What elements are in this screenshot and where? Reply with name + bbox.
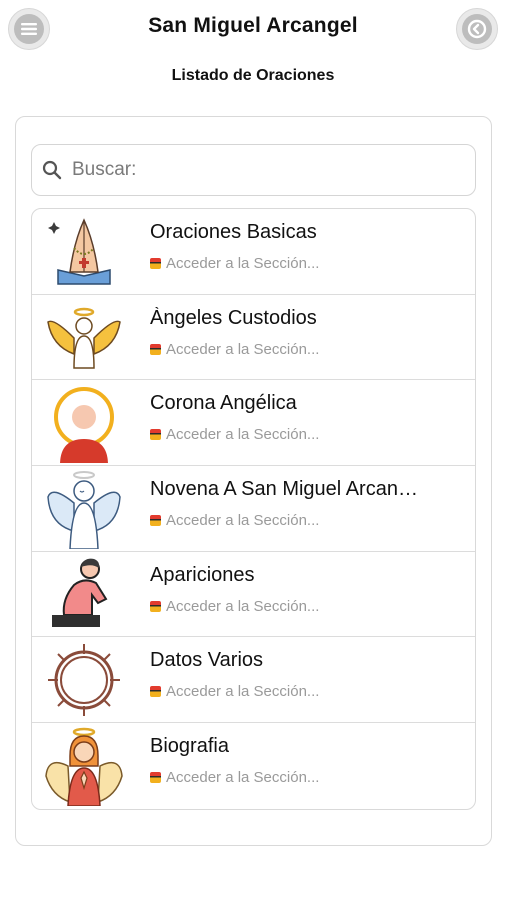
- angel-icon: [44, 469, 124, 550]
- flag-icon: [150, 343, 161, 355]
- item-subtitle-text: Acceder a la Sección...: [166, 597, 320, 615]
- item-subtitle: Acceder a la Sección...: [150, 341, 319, 358]
- crown-of-thorns-icon: [44, 640, 124, 720]
- item-title: Novena A San Miguel Arcan…: [150, 478, 418, 501]
- list-item[interactable]: Novena A San Miguel Arcan… Acceder a la …: [32, 466, 475, 552]
- item-subtitle: Acceder a la Sección...: [150, 683, 319, 700]
- page-title: San Miguel Arcangel: [148, 14, 358, 37]
- top-bar: San Miguel Arcangel: [0, 0, 506, 60]
- item-subtitle-text: Acceder a la Sección...: [166, 426, 320, 444]
- list-item[interactable]: Àngeles Custodios Acceder a la Sección..…: [32, 295, 475, 381]
- list-item[interactable]: Datos Varios Acceder a la Sección...: [32, 637, 475, 724]
- search-bar[interactable]: [31, 144, 476, 196]
- angel-wings-icon: [44, 298, 124, 378]
- item-subtitle: Acceder a la Sección...: [150, 769, 319, 786]
- back-button[interactable]: [456, 8, 498, 50]
- list-item[interactable]: Biografia Acceder a la Sección...: [32, 723, 475, 809]
- item-title: Datos Varios: [150, 649, 264, 672]
- back-arrow-icon: [462, 14, 492, 44]
- kneeling-person-praying-icon: [44, 555, 124, 635]
- flag-icon: [150, 772, 161, 784]
- praying-angel-girl-icon: [44, 726, 124, 807]
- list-item[interactable]: Apariciones Acceder a la Sección...: [32, 552, 475, 638]
- saint-halo-icon: [44, 383, 124, 466]
- flag-icon: [150, 600, 161, 612]
- item-subtitle: Acceder a la Sección...: [150, 598, 319, 615]
- item-subtitle-text: Acceder a la Sección...: [166, 512, 320, 530]
- item-title: Oraciones Basicas: [150, 221, 317, 243]
- item-title: Biografia: [150, 735, 229, 758]
- item-title: Apariciones: [150, 563, 255, 586]
- flag-icon: [150, 686, 161, 698]
- list-item[interactable]: Oraciones Basicas Acceder a la Sección..…: [32, 209, 475, 295]
- flag-icon: [150, 515, 161, 527]
- item-title: Àngeles Custodios: [150, 306, 317, 329]
- flag-icon: [150, 258, 161, 269]
- flag-icon: [150, 429, 161, 441]
- sections-list: Oraciones Basicas Acceder a la Sección..…: [31, 208, 476, 810]
- item-subtitle: Acceder a la Sección...: [150, 512, 319, 529]
- section-subtitle: Listado de Oraciones: [171, 67, 335, 84]
- search-icon: [40, 160, 64, 180]
- prayer-list-panel: Oraciones Basicas Acceder a la Sección..…: [15, 116, 492, 846]
- item-subtitle: Acceder a la Sección...: [150, 426, 319, 443]
- search-input[interactable]: [72, 159, 475, 181]
- praying-hands-rosary-icon: [44, 212, 124, 292]
- item-subtitle-text: Acceder a la Sección...: [166, 340, 320, 358]
- item-subtitle-text: Acceder a la Sección...: [166, 255, 320, 272]
- item-subtitle-text: Acceder a la Sección...: [166, 769, 320, 787]
- item-title: Corona Angélica: [150, 392, 297, 415]
- item-subtitle: Acceder a la Sección...: [150, 255, 319, 272]
- item-subtitle-text: Acceder a la Sección...: [166, 683, 320, 701]
- list-item[interactable]: Corona Angélica Acceder a la Sección...: [32, 380, 475, 467]
